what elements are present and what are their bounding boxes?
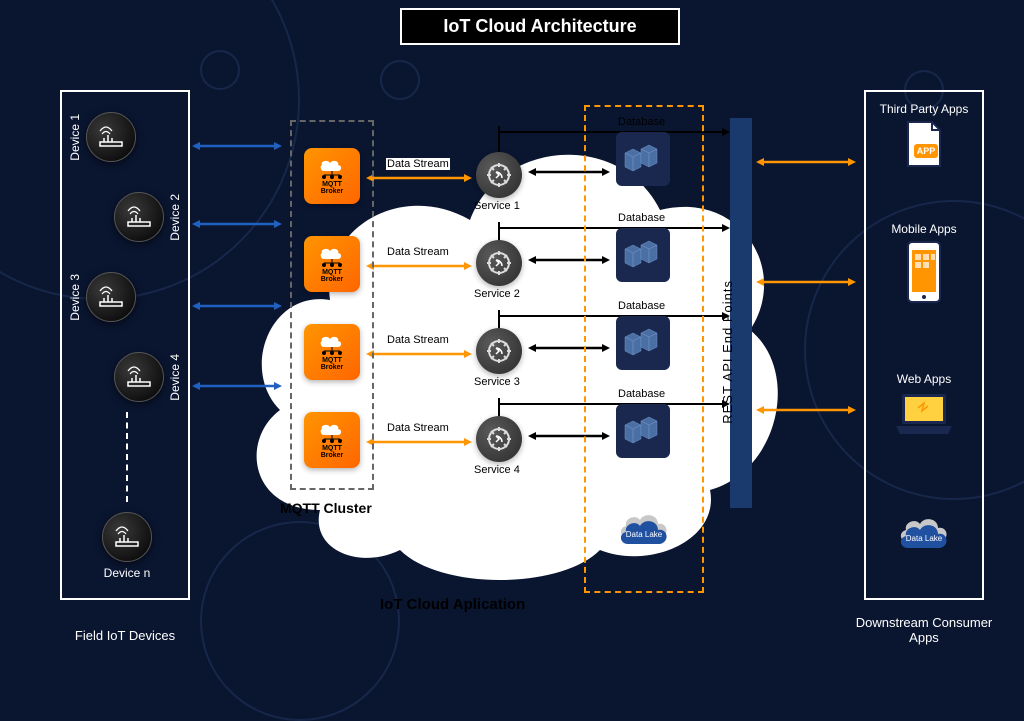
mobile-apps-label: Mobile Apps <box>866 222 982 236</box>
laptop-icon <box>866 390 982 438</box>
data-stream-2-label: Data Stream <box>386 246 450 258</box>
arrow-mqtt-service-3 <box>366 348 472 360</box>
consumer-apps-panel: Third Party Apps APP Mobile Apps Web App… <box>864 90 984 600</box>
database-4-label: Database <box>618 388 665 400</box>
service-gear-icon <box>476 328 522 374</box>
data-stream-1-label: Data Stream <box>386 158 450 170</box>
database-icon <box>616 132 670 186</box>
arrow-device-mqtt-1 <box>192 140 282 152</box>
svg-text:Data Lake: Data Lake <box>626 530 663 539</box>
device-4-label: Device 4 <box>168 354 182 401</box>
router-icon <box>86 272 136 322</box>
arrow-rest-consumer-2 <box>756 276 856 288</box>
cloud-title: IoT Cloud Aplication <box>380 596 525 613</box>
database-icon <box>616 316 670 370</box>
arrow-device-mqtt-4 <box>192 380 282 392</box>
data-stream-4-label: Data Stream <box>386 422 450 434</box>
app-file-icon: APP <box>866 120 982 168</box>
mqtt-cluster-box <box>290 120 374 490</box>
diagram-title: IoT Cloud Architecture <box>400 8 680 45</box>
database-1-label: Database <box>618 116 665 128</box>
service-gear-icon <box>476 152 522 198</box>
device-1-label: Device 1 <box>68 114 82 161</box>
svg-text:Data Lake: Data Lake <box>906 534 943 543</box>
mqtt-cluster-label: MQTT Cluster <box>280 500 372 516</box>
router-icon <box>114 192 164 242</box>
arrow-device-mqtt-2 <box>192 218 282 230</box>
data-stream-3-label: Data Stream <box>386 334 450 346</box>
service-2-label: Service 2 <box>474 288 520 300</box>
service-4-label: Service 4 <box>474 464 520 476</box>
database-2-label: Database <box>618 212 665 224</box>
arrow-rest-consumer-1 <box>756 156 856 168</box>
device-n-label: Device n <box>104 566 151 580</box>
service-gear-icon <box>476 240 522 286</box>
database-icon <box>616 228 670 282</box>
database-3-label: Database <box>618 300 665 312</box>
data-lake-icon: Data Lake <box>614 508 674 559</box>
web-apps-label: Web Apps <box>866 372 982 386</box>
third-party-apps-label: Third Party Apps <box>866 102 982 116</box>
device-2-label: Device 2 <box>168 194 182 241</box>
svg-text:APP: APP <box>917 146 936 156</box>
router-icon <box>86 112 136 162</box>
devices-panel: Device 1 Device 2 Device 3 Device 4 Devi… <box>60 90 190 600</box>
service-gear-icon <box>476 416 522 462</box>
arrow-mqtt-service-1 <box>366 172 472 184</box>
router-icon <box>114 352 164 402</box>
mobile-phone-icon <box>866 240 982 304</box>
arrow-device-mqtt-3 <box>192 300 282 312</box>
consumer-panel-title: Downstream Consumer Apps <box>854 615 994 645</box>
arrow-mqtt-service-2 <box>366 260 472 272</box>
service-3-label: Service 3 <box>474 376 520 388</box>
devices-panel-title: Field IoT Devices <box>60 628 190 643</box>
arrow-mqtt-service-4 <box>366 436 472 448</box>
router-icon <box>102 512 152 562</box>
arrow-rest-consumer-3 <box>756 404 856 416</box>
rest-api-label: REST API End Points <box>720 280 735 424</box>
device-3-label: Device 3 <box>68 274 82 321</box>
service-1-label: Service 1 <box>474 200 520 212</box>
database-icon <box>616 404 670 458</box>
data-lake-icon: Data Lake <box>866 512 982 558</box>
